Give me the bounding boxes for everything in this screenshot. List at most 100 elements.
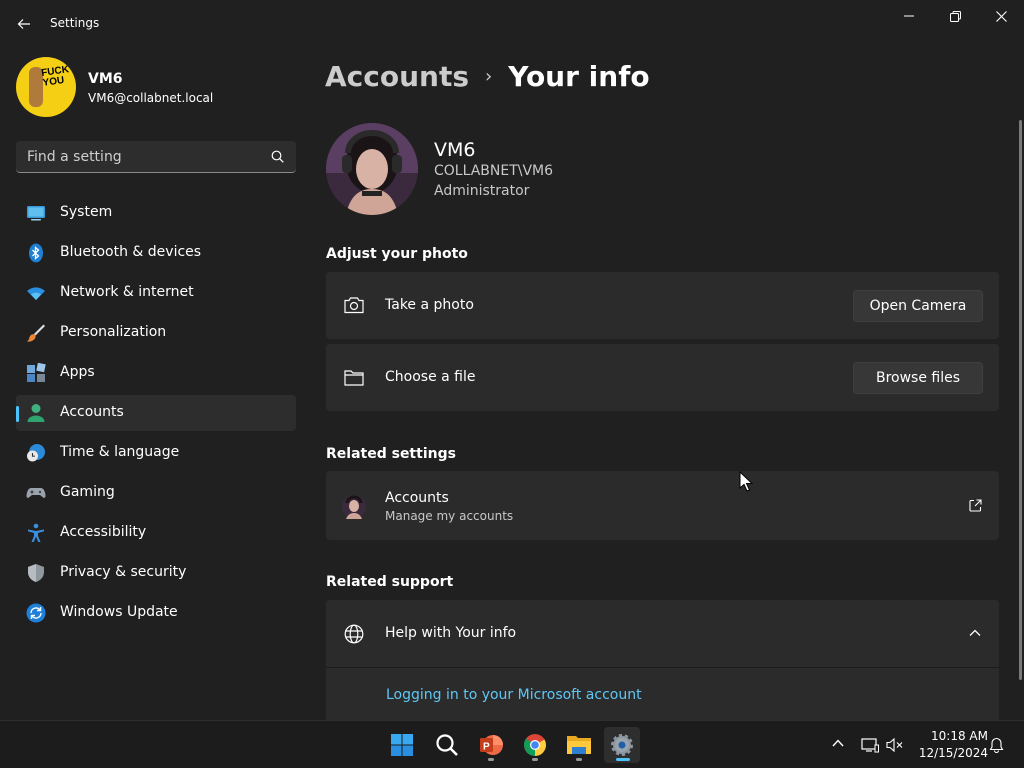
- user-photo: [326, 123, 418, 215]
- help-label: Help with Your info: [385, 625, 517, 641]
- search-box[interactable]: [16, 141, 296, 173]
- sidebar-item-label: Time & language: [60, 444, 180, 460]
- camera-icon: [344, 297, 364, 314]
- sidebar-item-accounts[interactable]: Accounts: [16, 395, 296, 431]
- sidebar-nav: System Bluetooth & devices Network & int…: [16, 195, 296, 635]
- restore-icon: [949, 10, 961, 22]
- user-domain: COLLABNET\VM6: [434, 163, 554, 179]
- running-indicator: [488, 758, 494, 761]
- sidebar-item-time-language[interactable]: Time & language: [16, 435, 296, 471]
- bluetooth-icon: [29, 243, 43, 263]
- minimize-button[interactable]: [886, 0, 932, 32]
- start-button[interactable]: [384, 727, 420, 763]
- notification-bell-icon[interactable]: [989, 737, 1004, 753]
- app-title: Settings: [50, 16, 100, 30]
- accounts-icon: [27, 404, 45, 422]
- account-avatar-icon: [342, 495, 366, 519]
- profile-avatar: FUCK YOU: [16, 57, 76, 117]
- accounts-link-sublabel: Manage my accounts: [385, 509, 514, 523]
- taskbar-search-button[interactable]: [429, 727, 465, 763]
- start-icon: [391, 734, 413, 756]
- volume-muted-icon[interactable]: [886, 737, 904, 753]
- sidebar-item-label: Apps: [60, 364, 95, 380]
- sidebar-item-label: Accessibility: [60, 524, 147, 540]
- running-indicator: [576, 758, 582, 761]
- clock-time[interactable]: 10:18 AM: [922, 729, 988, 743]
- sidebar-item-gaming[interactable]: Gaming: [16, 475, 296, 511]
- chevron-up-icon[interactable]: [832, 739, 844, 747]
- taskbar-chrome[interactable]: [517, 727, 553, 763]
- svg-text:P: P: [483, 742, 490, 753]
- open-camera-button[interactable]: Open Camera: [853, 290, 983, 322]
- take-photo-card: Take a photo Open Camera: [326, 272, 999, 339]
- sidebar-item-bluetooth[interactable]: Bluetooth & devices: [16, 235, 296, 271]
- sidebar-item-label: Personalization: [60, 324, 167, 340]
- file-explorer-icon: [567, 736, 591, 754]
- sidebar-item-network[interactable]: Network & internet: [16, 275, 296, 311]
- back-button[interactable]: [10, 10, 38, 38]
- settings-icon: [611, 734, 633, 756]
- sidebar-item-label: Privacy & security: [60, 564, 187, 580]
- accounts-link-card[interactable]: Accounts Manage my accounts: [326, 471, 999, 540]
- brush-icon: [27, 324, 45, 342]
- scrollbar[interactable]: [1019, 120, 1022, 680]
- related-support-heading: Related support: [326, 574, 454, 590]
- close-icon: [995, 10, 1007, 22]
- search-icon[interactable]: [271, 150, 284, 163]
- adjust-photo-heading: Adjust your photo: [326, 246, 468, 262]
- sidebar-item-label: Network & internet: [60, 284, 194, 300]
- running-indicator: [616, 758, 630, 761]
- search-input[interactable]: [16, 141, 256, 172]
- title-bar: Settings: [0, 0, 1024, 48]
- sidebar-item-system[interactable]: System: [16, 195, 296, 231]
- chevron-up-icon[interactable]: [969, 629, 981, 637]
- sticker-text: FUCK YOU: [40, 64, 70, 89]
- profile-card[interactable]: FUCK YOU VM6 VM6@collabnet.local: [16, 57, 296, 117]
- taskbar-file-explorer[interactable]: [561, 727, 597, 763]
- running-indicator: [532, 758, 538, 761]
- breadcrumb-parent-link[interactable]: Accounts: [325, 60, 469, 93]
- globe-icon: [344, 624, 364, 644]
- clock-date[interactable]: 12/15/2024: [918, 746, 988, 760]
- take-photo-label: Take a photo: [385, 297, 474, 313]
- sidebar-item-label: Accounts: [60, 404, 124, 420]
- sidebar-item-label: System: [60, 204, 113, 220]
- microsoft-account-help-link[interactable]: Logging in to your Microsoft account: [386, 687, 642, 703]
- minimize-icon: [904, 15, 914, 17]
- sidebar-item-label: Gaming: [60, 484, 115, 500]
- user-photo-image: [326, 123, 418, 215]
- related-settings-heading: Related settings: [326, 446, 456, 462]
- restore-button[interactable]: [932, 0, 978, 32]
- apps-icon: [27, 363, 46, 382]
- taskbar-settings[interactable]: [604, 727, 640, 763]
- powerpoint-icon: P: [480, 735, 503, 755]
- page-title: Your info: [508, 59, 650, 93]
- browse-files-button[interactable]: Browse files: [853, 362, 983, 394]
- help-expander[interactable]: Help with Your info: [326, 600, 999, 667]
- folder-icon: [344, 370, 364, 386]
- gamepad-icon: [26, 488, 46, 498]
- taskbar: P 10:18 AM 12/15/2024: [0, 720, 1024, 768]
- user-role: Administrator: [434, 183, 530, 199]
- mouse-cursor-icon: [739, 471, 753, 492]
- sidebar-item-label: Bluetooth & devices: [60, 244, 202, 260]
- sidebar-item-apps[interactable]: Apps: [16, 355, 296, 391]
- sidebar-item-accessibility[interactable]: Accessibility: [16, 515, 296, 551]
- close-button[interactable]: [978, 0, 1024, 32]
- breadcrumb-separator: ›: [485, 65, 493, 87]
- sidebar-item-privacy-security[interactable]: Privacy & security: [16, 555, 296, 591]
- search-icon: [436, 734, 458, 756]
- choose-file-card: Choose a file Browse files: [326, 344, 999, 411]
- taskbar-powerpoint[interactable]: P: [473, 727, 509, 763]
- wifi-icon: [27, 287, 45, 300]
- profile-name: VM6: [88, 71, 123, 87]
- network-icon[interactable]: [861, 737, 879, 753]
- breadcrumb: Accounts › Your info: [325, 56, 650, 96]
- update-icon: [26, 603, 46, 623]
- sidebar-item-windows-update[interactable]: Windows Update: [16, 595, 296, 631]
- choose-file-label: Choose a file: [385, 369, 476, 385]
- open-external-icon: [969, 499, 982, 512]
- sidebar-item-personalization[interactable]: Personalization: [16, 315, 296, 351]
- chrome-icon: [523, 734, 546, 756]
- accounts-link-label: Accounts: [385, 490, 449, 506]
